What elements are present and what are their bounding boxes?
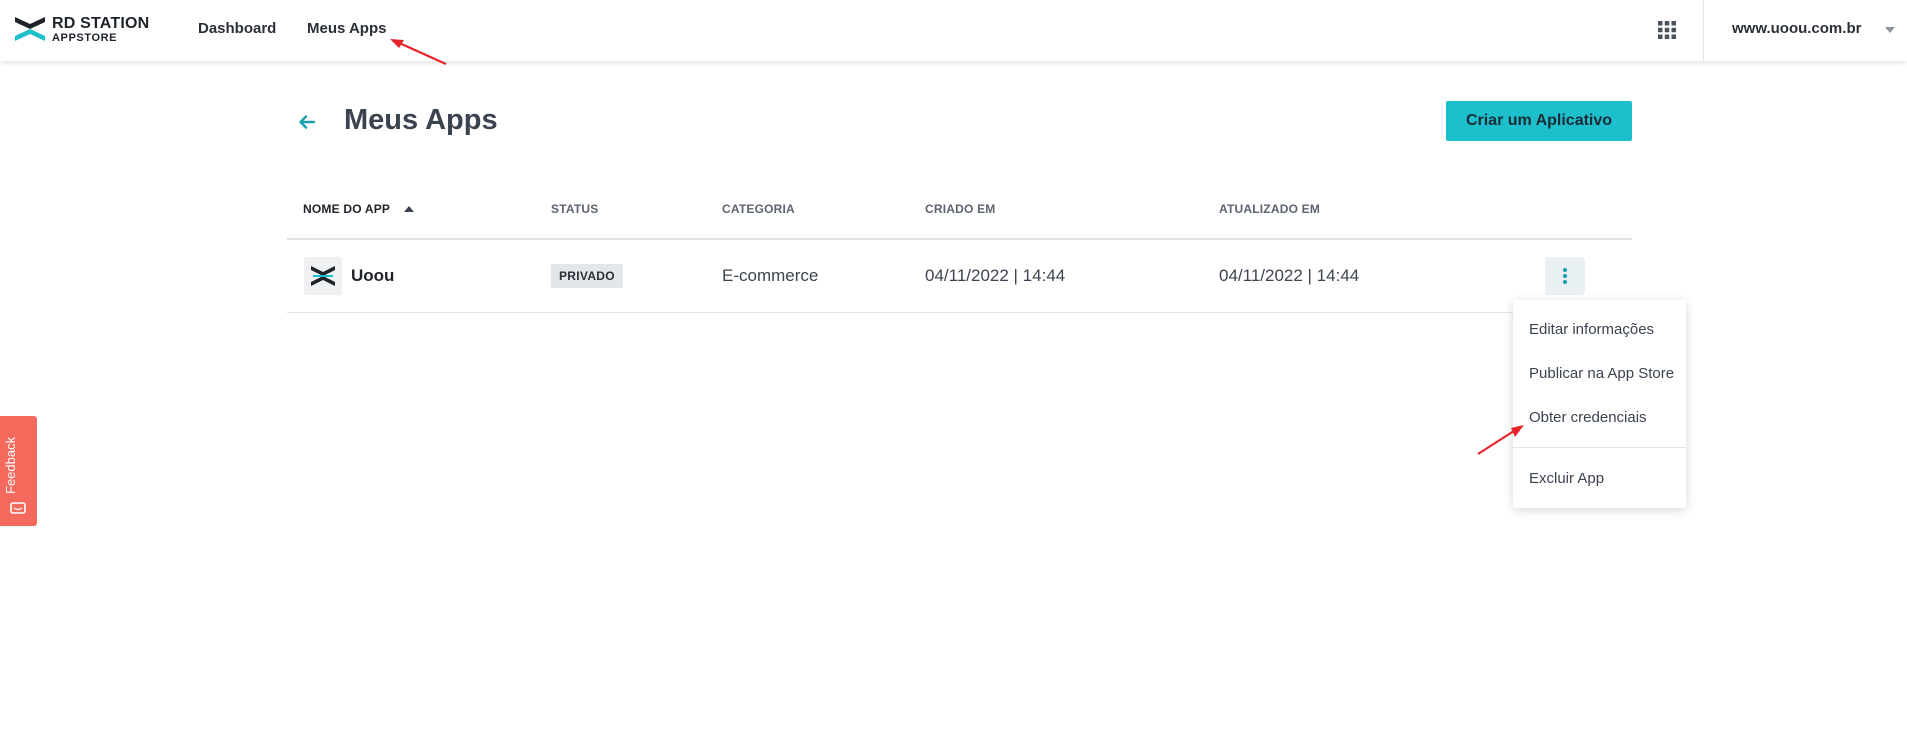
table-row-divider — [287, 312, 1632, 313]
nav-meus-apps-link[interactable]: Meus Apps — [307, 20, 386, 37]
app-updated-date: 04/11/2022 | 14:44 — [1219, 266, 1360, 285]
row-actions-menu: Editar informações Publicar na App Store… — [1513, 300, 1686, 508]
row-actions-button[interactable] — [1545, 257, 1585, 295]
column-header-created: CRIADO EM — [925, 202, 996, 216]
column-header-app-name[interactable]: NOME DO APP — [303, 202, 390, 216]
menu-item-edit-info[interactable]: Editar informações — [1529, 321, 1654, 338]
brand-name: RD STATION — [52, 15, 150, 32]
rd-station-logo-icon — [15, 17, 45, 41]
menu-item-publish[interactable]: Publicar na App Store — [1529, 365, 1674, 382]
app-logo — [304, 257, 342, 295]
chat-icon — [10, 502, 26, 514]
top-navigation-bar: RD STATION APPSTORE Dashboard Meus Apps … — [0, 0, 1907, 61]
page-title: Meus Apps — [344, 104, 498, 136]
grid-icon[interactable] — [1658, 21, 1676, 39]
app-category: E-commerce — [722, 266, 819, 285]
status-badge: PRIVADO — [551, 264, 623, 288]
account-selector[interactable]: www.uoou.com.br — [1732, 20, 1861, 37]
rd-station-appstore-logo[interactable]: RD STATION APPSTORE — [14, 13, 164, 47]
column-header-category: CATEGORIA — [722, 202, 795, 216]
app-name[interactable]: Uoou — [351, 266, 394, 286]
column-header-updated: ATUALIZADO EM — [1219, 202, 1321, 216]
feedback-label: Feedback — [3, 436, 18, 494]
uoou-logo-icon — [311, 266, 335, 286]
table-header-divider — [287, 238, 1632, 240]
menu-divider — [1513, 447, 1686, 448]
menu-item-delete-app[interactable]: Excluir App — [1529, 470, 1604, 487]
kebab-dot — [1563, 274, 1567, 278]
arrow-left-icon[interactable] — [298, 113, 316, 131]
menu-item-get-credentials[interactable]: Obter credenciais — [1529, 409, 1647, 426]
sort-ascending-icon[interactable] — [404, 206, 414, 212]
kebab-dot — [1563, 280, 1567, 284]
create-app-button[interactable]: Criar um Aplicativo — [1446, 101, 1632, 141]
feedback-tab[interactable]: Feedback — [0, 416, 37, 526]
chevron-down-icon[interactable] — [1885, 27, 1895, 33]
nav-dashboard-link[interactable]: Dashboard — [198, 20, 276, 37]
column-header-status: STATUS — [551, 202, 599, 216]
app-created-date: 04/11/2022 | 14:44 — [925, 266, 1066, 285]
brand-subtitle: APPSTORE — [52, 32, 118, 44]
header-divider — [1703, 0, 1704, 61]
kebab-dot — [1563, 268, 1567, 272]
